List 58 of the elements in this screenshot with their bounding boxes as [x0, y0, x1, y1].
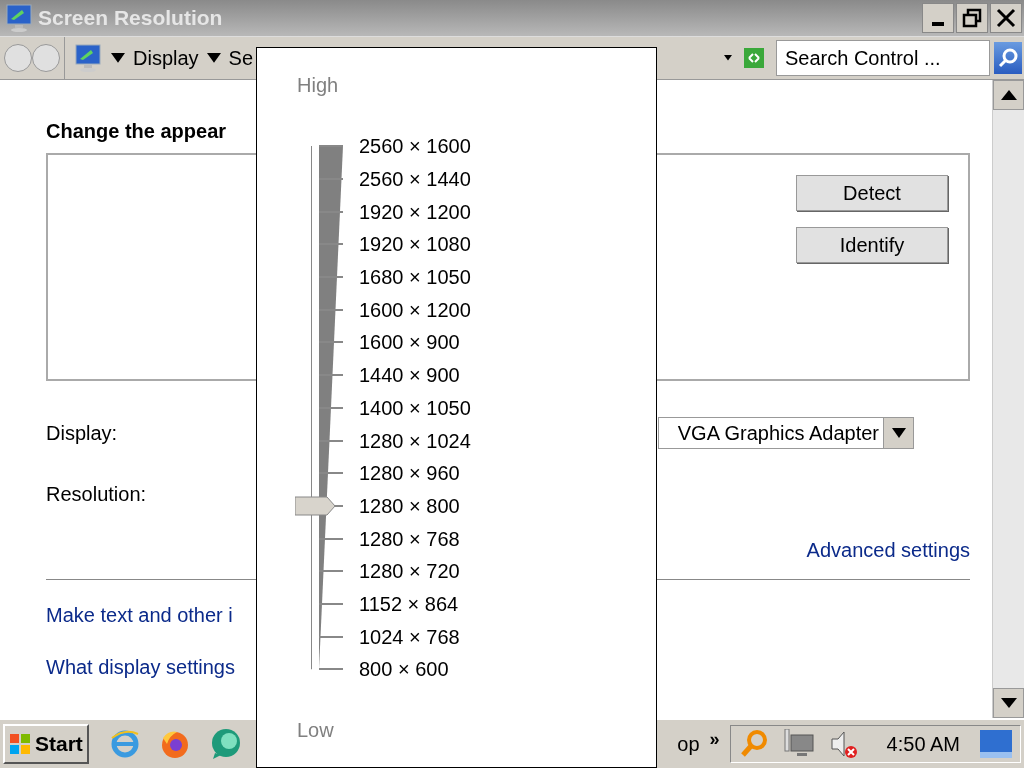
resolution-option[interactable]: 800 × 600: [359, 654, 449, 685]
panel-button[interactable]: Identify: [796, 227, 948, 263]
resolution-option[interactable]: 1400 × 1050: [359, 392, 471, 423]
muted-speaker-icon[interactable]: [828, 729, 859, 759]
low-label: Low: [297, 718, 335, 743]
taskbar-item[interactable]: op: [677, 729, 700, 759]
resolution-option[interactable]: 1280 × 960: [359, 458, 460, 489]
resolution-option[interactable]: 1600 × 1200: [359, 294, 471, 325]
minimize-button[interactable]: [922, 3, 954, 33]
high-label: High: [297, 73, 340, 98]
resolution-option[interactable]: 1152 × 864: [359, 588, 459, 619]
resolution-option[interactable]: 1280 × 800: [359, 490, 460, 521]
window-title: Screen Resolution: [38, 5, 223, 32]
search-button[interactable]: [994, 42, 1022, 74]
breadcrumb-link[interactable]: Se: [228, 43, 254, 73]
search-field[interactable]: Search Control ...: [776, 40, 990, 76]
page-heading: Change the appear: [46, 119, 228, 144]
display-dropdown[interactable]: VGA Graphics Adapter: [658, 417, 914, 449]
restore-icon: [962, 8, 982, 28]
clock: 4:50 AM: [886, 732, 960, 757]
monitor-icon: [4, 3, 34, 33]
caret-icon[interactable]: [724, 55, 732, 61]
caret-icon[interactable]: [206, 53, 221, 63]
caret-icon[interactable]: [111, 53, 125, 63]
help-link[interactable]: Make text and other i: [46, 600, 233, 630]
resolution-option[interactable]: 1280 × 1024: [359, 425, 471, 456]
resolution-option[interactable]: 1920 × 1200: [359, 196, 471, 227]
field-label: Resolution:: [46, 483, 147, 505]
restore-button[interactable]: [956, 3, 988, 33]
slider-thumb[interactable]: [295, 495, 335, 516]
resolution-option[interactable]: 2560 × 1440: [359, 164, 471, 195]
close-button[interactable]: [990, 3, 1022, 33]
resolution-option[interactable]: 1280 × 720: [359, 556, 460, 587]
resolution-option[interactable]: 2560 × 1600: [359, 131, 471, 162]
resolution-option[interactable]: 1600 × 900: [359, 327, 460, 358]
start-button[interactable]: Start: [3, 724, 89, 764]
help-link[interactable]: What display settings: [46, 652, 235, 682]
windows-logo-icon: [9, 733, 31, 755]
breadcrumb-link[interactable]: Display: [133, 43, 199, 73]
resolution-option[interactable]: 1024 × 768: [359, 621, 460, 652]
monitor-icon: [73, 43, 103, 73]
resolution-option[interactable]: 1440 × 900: [359, 360, 460, 391]
resolution-option[interactable]: 1920 × 1080: [359, 229, 471, 260]
search-icon: [997, 47, 1019, 69]
advanced-settings-link[interactable]: Advanced settings: [806, 535, 970, 565]
refresh-icon[interactable]: [744, 48, 764, 68]
close-icon: [996, 8, 1016, 28]
network-icon[interactable]: [782, 729, 815, 759]
show-desktop-icon[interactable]: [980, 730, 1012, 758]
scroll-down-icon[interactable]: [1000, 698, 1017, 708]
caret-icon: [891, 428, 906, 438]
panel-button[interactable]: Detect: [796, 175, 948, 211]
field-label: Display:: [46, 421, 118, 446]
resolution-option[interactable]: 1680 × 1050: [359, 262, 471, 293]
resolution-option[interactable]: 1280 × 768: [359, 523, 460, 554]
scrollbar[interactable]: [992, 80, 1024, 718]
overflow-icon[interactable]: »: [709, 726, 720, 753]
scroll-up-icon[interactable]: [1000, 90, 1017, 100]
